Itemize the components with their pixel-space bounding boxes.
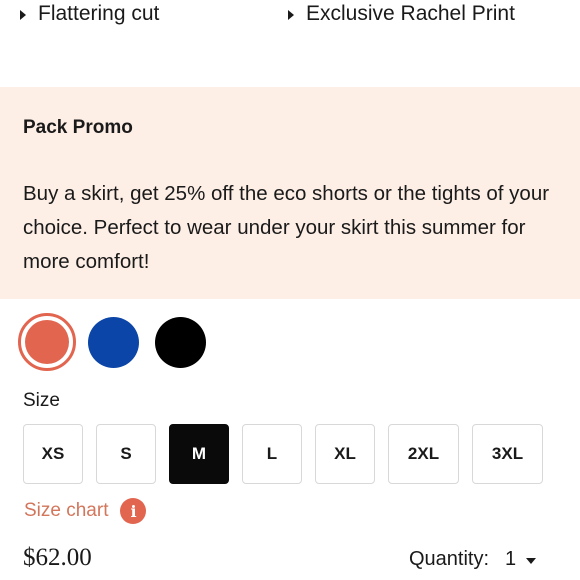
promo-box: Pack Promo Buy a skirt, get 25% off the … bbox=[0, 87, 580, 299]
size-option-s[interactable]: S bbox=[96, 424, 156, 484]
quantity-label: Quantity: bbox=[409, 548, 490, 570]
size-chart-link[interactable]: Size chart bbox=[24, 500, 108, 522]
color-swatch-red[interactable] bbox=[18, 313, 76, 371]
feature-label: Exclusive Rachel Print bbox=[306, 2, 515, 25]
feature-item: Exclusive Rachel Print bbox=[288, 2, 515, 26]
size-option-l[interactable]: L bbox=[242, 424, 302, 484]
size-label: Size bbox=[23, 390, 60, 411]
info-icon[interactable]: i bbox=[120, 498, 147, 524]
color-swatch-red-fill bbox=[25, 320, 69, 364]
quantity-selector[interactable]: Quantity: 1 bbox=[409, 548, 537, 571]
size-option-3xl[interactable]: 3XL bbox=[472, 424, 543, 484]
quantity-value[interactable]: 1 bbox=[505, 548, 516, 571]
feature-label: Flattering cut bbox=[38, 2, 160, 25]
color-swatch-blue[interactable] bbox=[88, 317, 139, 368]
promo-title: Pack Promo bbox=[23, 117, 133, 138]
product-price: $62.00 bbox=[23, 544, 92, 571]
size-option-2xl[interactable]: 2XL bbox=[388, 424, 459, 484]
size-option-xs[interactable]: XS bbox=[23, 424, 83, 484]
feature-item: Flattering cut bbox=[20, 2, 159, 26]
promo-text: Buy a skirt, get 25% off the eco shorts … bbox=[23, 182, 550, 273]
bullet-triangle-icon bbox=[288, 9, 294, 20]
bullet-triangle-icon bbox=[20, 9, 26, 20]
product-page: Flattering cut Exclusive Rachel Print Pa… bbox=[0, 0, 580, 580]
feature-list: Flattering cut Exclusive Rachel Print bbox=[0, 0, 580, 34]
size-chart: Size chart i bbox=[24, 498, 147, 524]
size-option-xl[interactable]: XL bbox=[315, 424, 375, 484]
chevron-down-icon[interactable] bbox=[526, 557, 537, 564]
color-swatch-black[interactable] bbox=[155, 317, 206, 368]
size-option-m[interactable]: M bbox=[169, 424, 229, 484]
